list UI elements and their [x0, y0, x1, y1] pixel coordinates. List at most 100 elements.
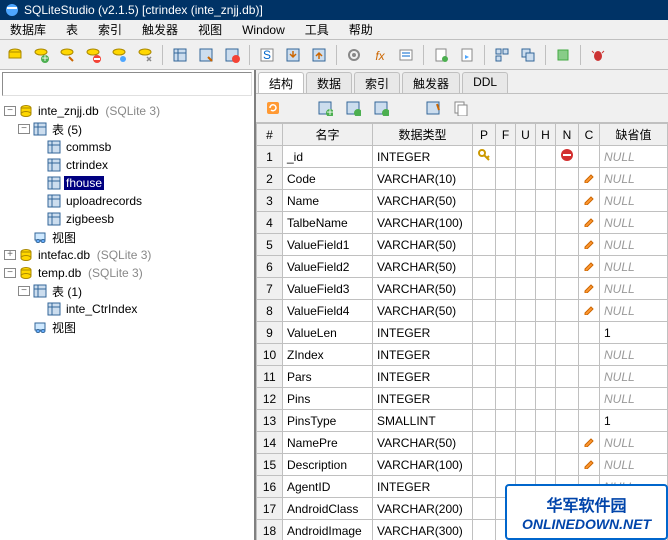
cell-default[interactable]: NULL — [600, 432, 668, 454]
cell-h[interactable] — [536, 146, 556, 168]
cell-default[interactable]: NULL — [600, 366, 668, 388]
cell-type[interactable]: INTEGER — [373, 146, 473, 168]
cell-pk[interactable] — [473, 234, 496, 256]
tab-data[interactable]: 数据 — [306, 72, 352, 93]
refresh-icon[interactable] — [262, 97, 284, 119]
cell-default[interactable]: 1 — [600, 322, 668, 344]
cell-collate[interactable] — [579, 168, 600, 190]
cell-default[interactable]: NULL — [600, 388, 668, 410]
menu-tools[interactable]: 工具 — [295, 20, 339, 39]
cell-fk[interactable] — [496, 212, 516, 234]
cell-h[interactable] — [536, 344, 556, 366]
cell-collate[interactable] — [579, 432, 600, 454]
cell-pk[interactable] — [473, 322, 496, 344]
cell-unique[interactable] — [516, 234, 536, 256]
cell-h[interactable] — [536, 278, 556, 300]
menu-index[interactable]: 索引 — [88, 20, 132, 39]
tree-tables-group[interactable]: −表 (5) — [4, 120, 250, 138]
column-row[interactable]: 7 ValueField3 VARCHAR(50) NULL — [257, 278, 668, 300]
col-header-pk[interactable]: P — [473, 124, 496, 146]
cell-fk[interactable] — [496, 322, 516, 344]
db-edit-icon[interactable] — [56, 44, 78, 66]
cell-unique[interactable] — [516, 278, 536, 300]
col-header-unique[interactable]: U — [516, 124, 536, 146]
cell-name[interactable]: PinsType — [283, 410, 373, 432]
tree-table-node[interactable]: commsb — [4, 138, 250, 156]
database-tree[interactable]: −inte_znjj.db (SQLite 3)−表 (5)commsbctri… — [0, 98, 254, 540]
col-header-default[interactable]: 缺省值 — [600, 124, 668, 146]
cell-default[interactable]: NULL — [600, 168, 668, 190]
menu-help[interactable]: 帮助 — [339, 20, 383, 39]
cell-default[interactable]: NULL — [600, 146, 668, 168]
cell-unique[interactable] — [516, 190, 536, 212]
column-row[interactable]: 13 PinsType SMALLINT 1 — [257, 410, 668, 432]
cell-pk[interactable] — [473, 300, 496, 322]
cell-fk[interactable] — [496, 432, 516, 454]
script-icon[interactable] — [430, 44, 452, 66]
cell-pk[interactable] — [473, 344, 496, 366]
delete-column-icon[interactable] — [370, 97, 392, 119]
cell-name[interactable]: ValueField2 — [283, 256, 373, 278]
cell-fk[interactable] — [496, 366, 516, 388]
cell-unique[interactable] — [516, 212, 536, 234]
cell-pk[interactable] — [473, 476, 496, 498]
column-row[interactable]: 1 _id INTEGER NULL — [257, 146, 668, 168]
function-icon[interactable]: fx — [369, 44, 391, 66]
cell-h[interactable] — [536, 256, 556, 278]
cell-pk[interactable] — [473, 366, 496, 388]
cell-name[interactable]: Code — [283, 168, 373, 190]
tree-table-node[interactable]: uploadrecords — [4, 192, 250, 210]
column-row[interactable]: 4 TalbeName VARCHAR(100) NULL — [257, 212, 668, 234]
tree-views-group[interactable]: 视图 — [4, 318, 250, 336]
cell-notnull[interactable] — [556, 322, 579, 344]
cell-fk[interactable] — [496, 388, 516, 410]
tree-twisty-icon[interactable]: − — [4, 268, 16, 278]
cell-notnull[interactable] — [556, 300, 579, 322]
col-header-notnull[interactable]: N — [556, 124, 579, 146]
cell-name[interactable]: TalbeName — [283, 212, 373, 234]
create-table-icon[interactable] — [422, 97, 444, 119]
column-row[interactable]: 9 ValueLen INTEGER 1 — [257, 322, 668, 344]
edit-column-icon[interactable] — [342, 97, 364, 119]
cell-type[interactable]: VARCHAR(10) — [373, 168, 473, 190]
tree-twisty-icon[interactable]: + — [4, 250, 16, 260]
cell-name[interactable]: AndroidClass — [283, 498, 373, 520]
cell-collate[interactable] — [579, 256, 600, 278]
cell-collate[interactable] — [579, 322, 600, 344]
cell-unique[interactable] — [516, 454, 536, 476]
cell-h[interactable] — [536, 234, 556, 256]
cell-default[interactable]: NULL — [600, 212, 668, 234]
col-header-h[interactable]: H — [536, 124, 556, 146]
cell-collate[interactable] — [579, 300, 600, 322]
cell-h[interactable] — [536, 410, 556, 432]
tree-table-node[interactable]: ctrindex — [4, 156, 250, 174]
cell-type[interactable]: VARCHAR(300) — [373, 520, 473, 540]
column-row[interactable]: 6 ValueField2 VARCHAR(50) NULL — [257, 256, 668, 278]
cell-name[interactable]: Name — [283, 190, 373, 212]
tree-twisty-icon[interactable]: − — [18, 124, 30, 134]
cell-h[interactable] — [536, 454, 556, 476]
cell-collate[interactable] — [579, 454, 600, 476]
import-icon[interactable] — [282, 44, 304, 66]
cell-h[interactable] — [536, 432, 556, 454]
cell-collate[interactable] — [579, 344, 600, 366]
cell-type[interactable]: INTEGER — [373, 388, 473, 410]
cell-default[interactable]: NULL — [600, 300, 668, 322]
db-add-icon[interactable]: + — [30, 44, 52, 66]
cell-collate[interactable] — [579, 190, 600, 212]
cell-name[interactable]: ZIndex — [283, 344, 373, 366]
cell-fk[interactable] — [496, 168, 516, 190]
cell-collate[interactable] — [579, 234, 600, 256]
cell-collate[interactable] — [579, 366, 600, 388]
plugins-icon[interactable] — [552, 44, 574, 66]
cell-type[interactable]: VARCHAR(100) — [373, 454, 473, 476]
copy-ddl-icon[interactable] — [450, 97, 472, 119]
cell-h[interactable] — [536, 190, 556, 212]
tree-db-node[interactable]: −temp.db (SQLite 3) — [4, 264, 250, 282]
cell-name[interactable]: ValueField1 — [283, 234, 373, 256]
cell-type[interactable]: VARCHAR(50) — [373, 432, 473, 454]
column-row[interactable]: 15 Description VARCHAR(100) NULL — [257, 454, 668, 476]
db-link-icon[interactable] — [108, 44, 130, 66]
cell-pk[interactable] — [473, 146, 496, 168]
tab-ddl[interactable]: DDL — [462, 72, 508, 93]
